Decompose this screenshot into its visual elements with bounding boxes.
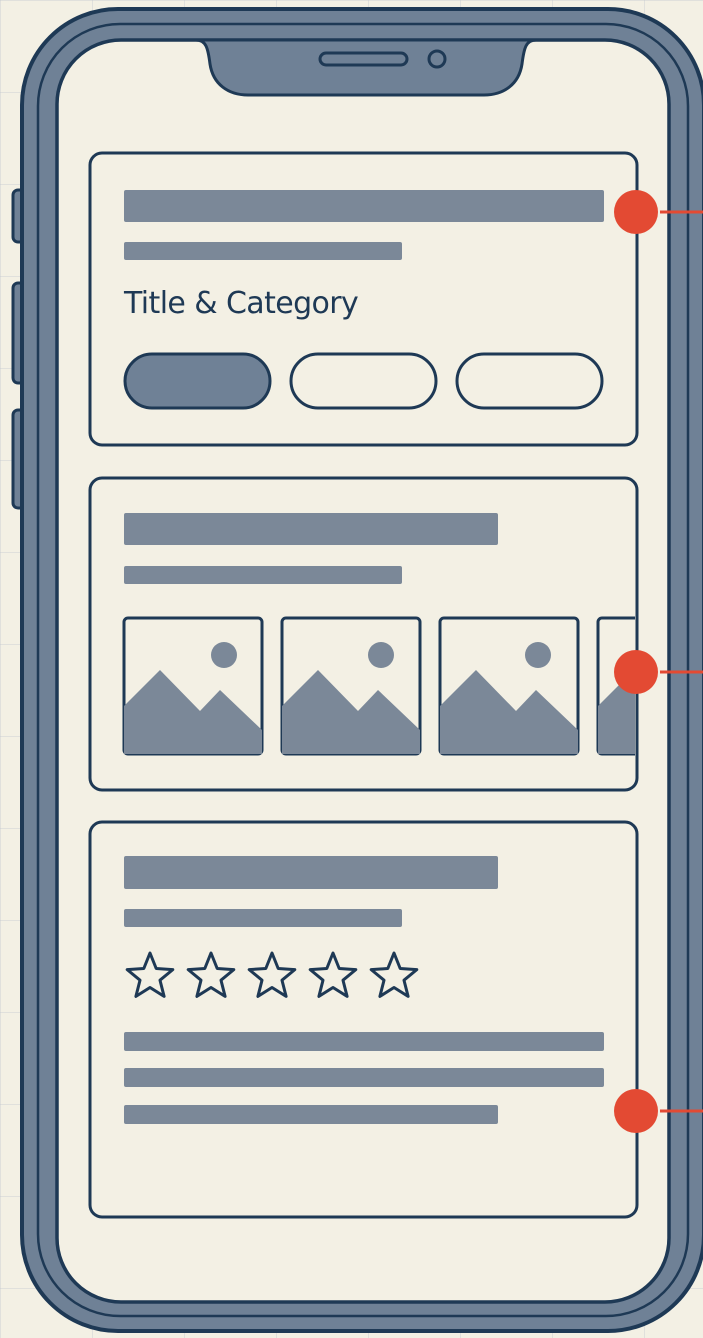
- review-subtitle-placeholder-bar: [124, 909, 402, 927]
- image-thumbnail[interactable]: [122, 616, 264, 756]
- card-heading: Title & Category: [124, 286, 359, 321]
- speaker-grille: [318, 51, 409, 67]
- image-thumbnail[interactable]: [438, 616, 580, 756]
- review-text-placeholder-line: [124, 1032, 604, 1051]
- title-placeholder-bar: [124, 190, 604, 222]
- subtitle-placeholder-bar: [124, 242, 402, 260]
- gallery-thumbnail-strip: [122, 616, 635, 756]
- review-text-placeholder-line: [124, 1105, 498, 1124]
- phone-wireframe-diagram: [11, 7, 703, 1333]
- gallery-subtitle-placeholder-bar: [124, 566, 402, 584]
- phone-notch: [195, 38, 537, 97]
- category-pill-selected[interactable]: [123, 352, 272, 410]
- review-title-placeholder-bar: [124, 856, 498, 889]
- sun-icon: [525, 642, 551, 668]
- gallery-title-placeholder-bar: [124, 513, 498, 545]
- diagram-canvas: Title & Category: [0, 0, 703, 1338]
- callout-marker-dot: [614, 650, 658, 694]
- category-pill[interactable]: [289, 352, 438, 410]
- review-text-placeholder-line: [124, 1068, 604, 1087]
- callout-marker-dot: [614, 190, 658, 234]
- sun-icon: [211, 642, 237, 668]
- sun-icon: [368, 642, 394, 668]
- front-camera: [427, 49, 447, 69]
- category-pill[interactable]: [455, 352, 604, 410]
- callout-marker-dot: [614, 1089, 658, 1133]
- image-thumbnail[interactable]: [280, 616, 422, 756]
